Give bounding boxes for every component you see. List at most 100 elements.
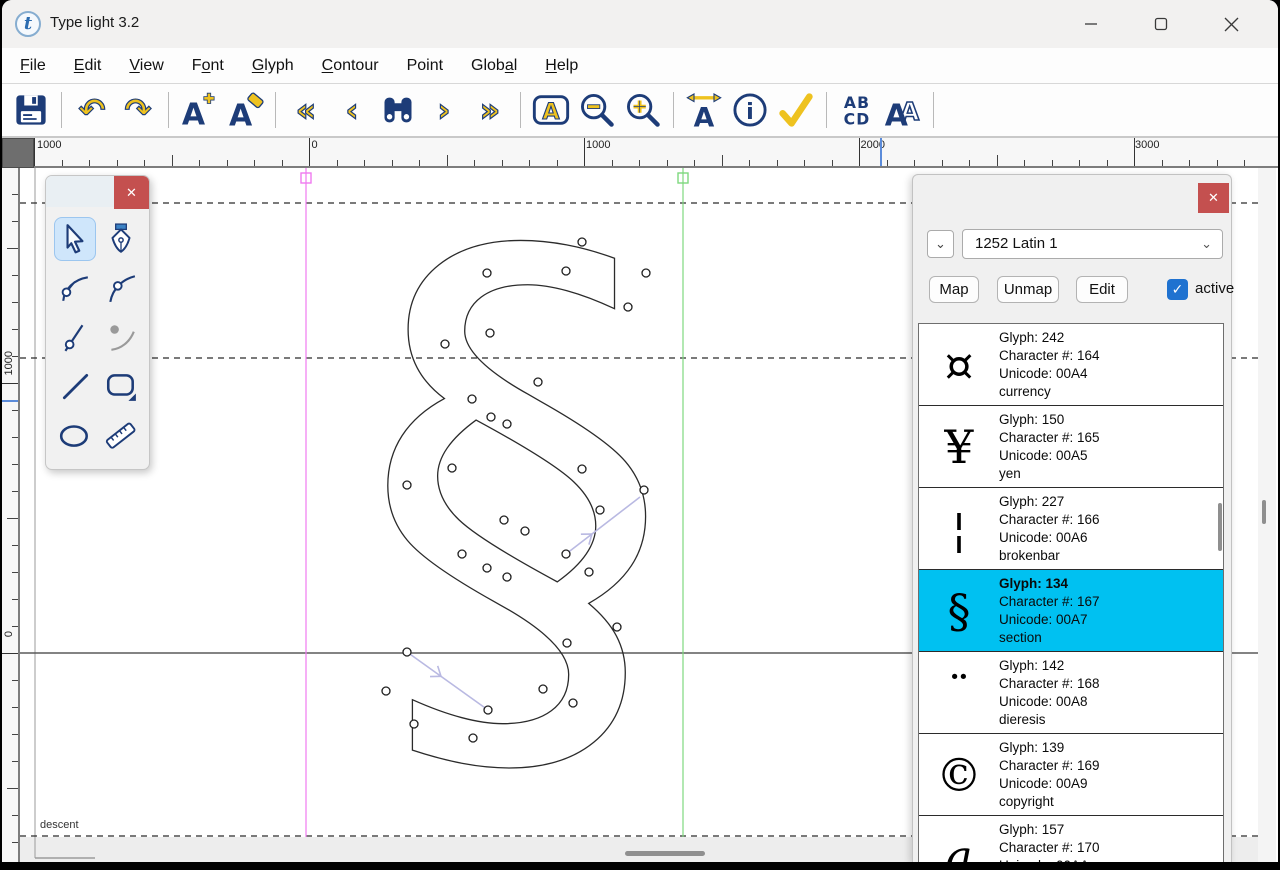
- encoding-expand-button[interactable]: ⌄: [927, 230, 954, 258]
- glyph-unicode: Unicode: 00A9: [999, 775, 1100, 793]
- control-node[interactable]: [487, 413, 495, 421]
- glyph-info-block: Glyph: 150 Character #: 165 Unicode: 00A…: [999, 411, 1100, 483]
- glyph-character-number: Character #: 165: [999, 429, 1100, 447]
- tool-arc-preview[interactable]: [100, 315, 142, 359]
- control-node[interactable]: [613, 623, 621, 631]
- control-node[interactable]: [483, 269, 491, 277]
- control-node[interactable]: [448, 464, 456, 472]
- edit-button[interactable]: Edit: [1076, 276, 1128, 303]
- glyph-info-block: Glyph: 242 Character #: 164 Unicode: 00A…: [999, 329, 1100, 401]
- tool-curve-point[interactable]: [54, 266, 96, 310]
- glyph-list-item[interactable]: ¦ Glyph: 227 Character #: 166 Unicode: 0…: [919, 488, 1223, 570]
- tool-line[interactable]: [54, 364, 96, 408]
- control-node[interactable]: [469, 734, 477, 742]
- control-node[interactable]: [596, 506, 604, 514]
- control-node[interactable]: [569, 699, 577, 707]
- glyph-list-item[interactable]: ¤ Glyph: 242 Character #: 164 Unicode: 0…: [919, 324, 1223, 406]
- tool-pen[interactable]: [100, 217, 142, 261]
- glyph-list-item[interactable]: § Glyph: 134 Character #: 167 Unicode: 0…: [919, 570, 1223, 652]
- glyph-character-number: Character #: 167: [999, 593, 1100, 611]
- glyph-info-block: Glyph: 142 Character #: 168 Unicode: 00A…: [999, 657, 1100, 729]
- control-node[interactable]: [562, 550, 570, 558]
- control-node[interactable]: [403, 481, 411, 489]
- glyph-outline[interactable]: §: [360, 123, 675, 857]
- toolbox-close-button[interactable]: ✕: [114, 176, 149, 209]
- encoding-value: 1252 Latin 1: [975, 235, 1058, 252]
- glyph-info-block: Glyph: 134 Character #: 167 Unicode: 00A…: [999, 575, 1100, 647]
- glyph-unicode: Unicode: 00AA: [999, 857, 1100, 862]
- glyph-number: Glyph: 227: [999, 493, 1100, 511]
- control-node[interactable]: [539, 685, 547, 693]
- glyph-name: section: [999, 629, 1100, 647]
- control-node[interactable]: [585, 568, 593, 576]
- arc-preview-icon: [105, 321, 137, 353]
- glyph-list-item[interactable]: a Glyph: 157 Character #: 170 Unicode: 0…: [919, 816, 1223, 862]
- glyph-unicode: Unicode: 00A7: [999, 611, 1100, 629]
- glyph-info-block: Glyph: 157 Character #: 170 Unicode: 00A…: [999, 821, 1100, 862]
- glyph-list-scrollbar-thumb[interactable]: [1218, 503, 1222, 551]
- control-node[interactable]: [441, 340, 449, 348]
- tool-select[interactable]: [54, 217, 96, 261]
- control-node[interactable]: [642, 269, 650, 277]
- chevron-down-icon: ⌄: [1201, 230, 1212, 258]
- glyph-name: yen: [999, 465, 1100, 483]
- active-checkbox[interactable]: ✓: [1167, 279, 1188, 300]
- active-label: active: [1195, 280, 1234, 297]
- control-node[interactable]: [534, 378, 542, 386]
- tool-line-point[interactable]: [54, 315, 96, 359]
- control-node[interactable]: [578, 465, 586, 473]
- control-node[interactable]: [483, 564, 491, 572]
- control-node[interactable]: [624, 303, 632, 311]
- unmap-button[interactable]: Unmap: [997, 276, 1059, 303]
- map-button[interactable]: Map: [929, 276, 979, 303]
- curve-point-icon: [59, 272, 91, 304]
- glyph-number: Glyph: 157: [999, 821, 1100, 839]
- control-node[interactable]: [562, 267, 570, 275]
- glyph-character-number: Character #: 169: [999, 757, 1100, 775]
- panel-close-button[interactable]: ✕: [1198, 183, 1229, 213]
- glyph-unicode: Unicode: 00A8: [999, 693, 1100, 711]
- line-point-icon: [59, 321, 91, 353]
- glyph-name: currency: [999, 383, 1100, 401]
- tool-ellipse[interactable]: [54, 413, 96, 457]
- control-node[interactable]: [484, 706, 492, 714]
- rounded-rectangle-icon: [104, 370, 138, 402]
- glyph-character-number: Character #: 166: [999, 511, 1100, 529]
- glyph-map-panel[interactable]: ✕ ⌄ 1252 Latin 1 ⌄ Map Unmap Edit ✓ acti…: [912, 174, 1232, 862]
- tool-measure[interactable]: [100, 413, 142, 457]
- control-node[interactable]: [403, 648, 411, 656]
- glyph-name: brokenbar: [999, 547, 1100, 565]
- tool-rounded-rectangle[interactable]: [100, 364, 142, 408]
- vertical-scrollbar-thumb[interactable]: [1262, 500, 1266, 524]
- encoding-dropdown[interactable]: 1252 Latin 1 ⌄: [962, 229, 1223, 259]
- drawing-toolbox[interactable]: ✕: [45, 175, 150, 470]
- glyph-info-block: Glyph: 139 Character #: 169 Unicode: 00A…: [999, 739, 1100, 811]
- control-node[interactable]: [468, 395, 476, 403]
- control-node[interactable]: [458, 550, 466, 558]
- control-node[interactable]: [563, 639, 571, 647]
- glyph-character-number: Character #: 168: [999, 675, 1100, 693]
- application-window: t Type light 3.2 FileEditViewFontGlyphCo…: [2, 0, 1278, 862]
- control-node[interactable]: [382, 687, 390, 695]
- control-node[interactable]: [500, 516, 508, 524]
- control-node[interactable]: [410, 720, 418, 728]
- glyph-name: copyright: [999, 793, 1100, 811]
- glyph-number: Glyph: 142: [999, 657, 1100, 675]
- vertical-scrollbar-track[interactable]: [1258, 168, 1276, 862]
- glyph-list-item[interactable]: ¥ Glyph: 150 Character #: 165 Unicode: 0…: [919, 406, 1223, 488]
- glyph-list[interactable]: ¤ Glyph: 242 Character #: 164 Unicode: 0…: [918, 323, 1224, 862]
- glyph-unicode: Unicode: 00A5: [999, 447, 1100, 465]
- line-icon: [59, 370, 91, 402]
- glyph-character-number: Character #: 170: [999, 839, 1100, 857]
- tool-tangent-point[interactable]: [100, 266, 142, 310]
- control-node[interactable]: [521, 527, 529, 535]
- control-node[interactable]: [503, 420, 511, 428]
- control-node[interactable]: [640, 486, 648, 494]
- glyph-list-item[interactable]: ¨ Glyph: 142 Character #: 168 Unicode: 0…: [919, 652, 1223, 734]
- glyph-list-item[interactable]: © Glyph: 139 Character #: 169 Unicode: 0…: [919, 734, 1223, 816]
- glyph-preview: ¥: [919, 406, 999, 488]
- control-node[interactable]: [578, 238, 586, 246]
- control-node[interactable]: [486, 329, 494, 337]
- control-node[interactable]: [503, 573, 511, 581]
- glyph-unicode: Unicode: 00A4: [999, 365, 1100, 383]
